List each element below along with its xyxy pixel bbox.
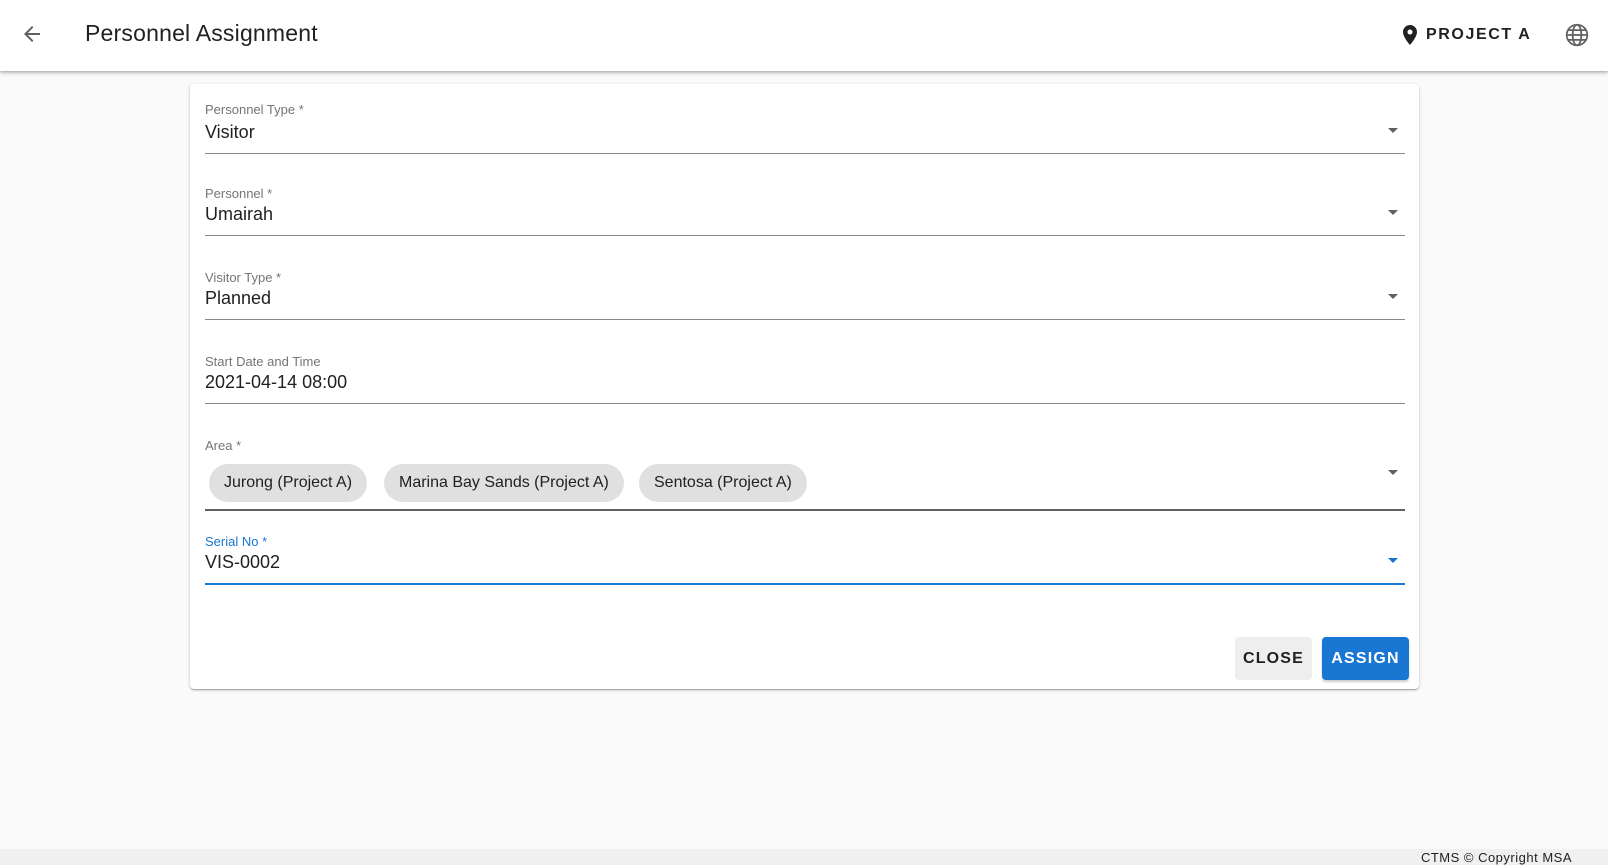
area-label: Area * <box>205 438 242 453</box>
start-datetime-field[interactable]: Start Date and Time 2021-04-14 08:00 <box>205 354 1405 406</box>
personnel-label: Personnel * <box>205 186 273 201</box>
start-datetime-underline <box>205 403 1405 404</box>
area-underline <box>205 509 1405 511</box>
start-datetime-value: 2021-04-14 08:00 <box>205 372 348 392</box>
visitor-type-select[interactable]: Visitor Type * Planned <box>205 270 1405 322</box>
project-label: PROJECT A <box>1426 26 1532 43</box>
copyright-text: CTMS © Copyright MSA <box>1420 850 1572 865</box>
map-pin-icon <box>1403 25 1417 45</box>
app-bar: Personnel Assignment PROJECT A <box>0 0 1608 71</box>
project-selector-button[interactable]: PROJECT A <box>1398 18 1531 52</box>
area-chip[interactable]: Sentosa (Project A) <box>639 464 807 502</box>
serial-no-select[interactable]: Serial No * VIS-0002 <box>205 534 1405 586</box>
area-multiselect[interactable]: Area * Jurong (Project A) Marina Bay San… <box>205 438 1405 512</box>
visitor-type-underline <box>205 319 1405 320</box>
personnel-type-label: Personnel Type * <box>205 102 304 117</box>
personnel-type-select[interactable]: Personnel Type * Visitor <box>205 102 1405 154</box>
serial-no-underline <box>205 583 1405 585</box>
serial-no-value: VIS-0002 <box>205 552 281 572</box>
chevron-down-icon[interactable] <box>1381 548 1405 572</box>
personnel-type-value: Visitor <box>205 122 255 142</box>
chevron-down-icon[interactable] <box>1381 460 1405 484</box>
back-button[interactable] <box>12 14 52 54</box>
start-datetime-label: Start Date and Time <box>205 354 321 369</box>
footer: CTMS © Copyright MSA <box>0 849 1608 865</box>
visitor-type-label: Visitor Type * <box>205 270 282 285</box>
visitor-type-value: Planned <box>205 288 272 308</box>
personnel-value: Umairah <box>205 204 274 224</box>
close-button[interactable]: CLOSE <box>1235 637 1312 680</box>
assignment-form-card: Personnel Type * Visitor Personnel * Uma… <box>190 84 1419 689</box>
arrow-left-icon <box>24 26 40 42</box>
area-chip[interactable]: Marina Bay Sands (Project A) <box>384 464 624 502</box>
chevron-down-icon[interactable] <box>1381 118 1405 142</box>
personnel-type-underline <box>205 153 1405 154</box>
personnel-underline <box>205 235 1405 236</box>
chevron-down-icon[interactable] <box>1381 200 1405 224</box>
area-chip[interactable]: Jurong (Project A) <box>209 464 368 502</box>
personnel-select[interactable]: Personnel * Umairah <box>205 186 1405 238</box>
assign-button[interactable]: ASSIGN <box>1322 637 1409 680</box>
language-button[interactable] <box>1560 18 1594 52</box>
chevron-down-icon[interactable] <box>1381 284 1405 308</box>
serial-no-label: Serial No * <box>205 534 268 549</box>
globe-icon <box>1565 23 1589 47</box>
page-title: Personnel Assignment <box>85 20 318 46</box>
